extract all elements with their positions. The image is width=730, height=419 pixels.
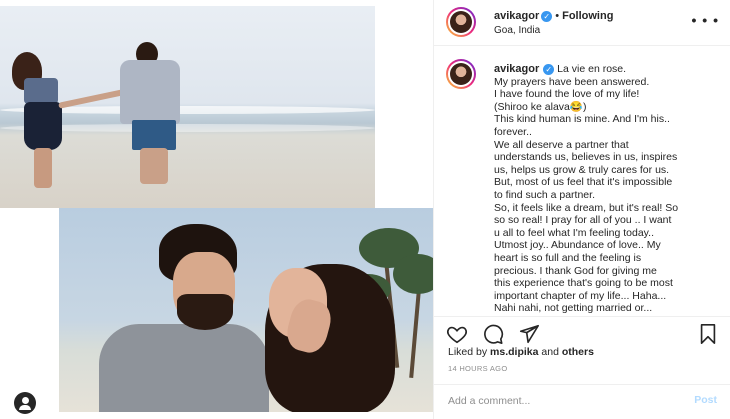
- post-timestamp[interactable]: 14 HOURS AGO: [448, 364, 507, 373]
- post-comment-button[interactable]: Post: [694, 394, 717, 406]
- caption-line: precious. I thank God for giving me: [494, 264, 657, 277]
- caption-line: this experience that's going to be most: [494, 277, 673, 290]
- caption-line: My prayers have been answered.: [494, 75, 650, 88]
- user-icon[interactable]: [14, 392, 36, 414]
- caption-line: Utmost joy.. Abundance of love.. My: [494, 239, 661, 252]
- post-media-area: [0, 0, 433, 419]
- more-options-icon[interactable]: • • •: [692, 12, 719, 28]
- comment-input[interactable]: [448, 395, 668, 407]
- couple-closeup-photo[interactable]: [59, 208, 433, 412]
- action-bar: [434, 316, 730, 348]
- username-link[interactable]: avikagor: [494, 10, 539, 22]
- liker-username-link[interactable]: ms.dipika: [490, 346, 538, 358]
- location-link[interactable]: Goa, India: [494, 25, 540, 36]
- likes-others-link[interactable]: others: [562, 346, 594, 358]
- avatar[interactable]: [446, 7, 476, 37]
- avatar[interactable]: [446, 59, 476, 89]
- following-button[interactable]: Following: [562, 10, 613, 22]
- caption-text: avikagor ✓ La vie en rose. My prayers hav…: [494, 63, 716, 315]
- likes-summary: Liked by ms.dipika and others: [448, 346, 594, 358]
- heart-icon[interactable]: [446, 323, 468, 345]
- comment-bubble-icon[interactable]: [482, 323, 504, 345]
- caption-area: avikagor ✓ La vie en rose. My prayers hav…: [434, 47, 730, 315]
- caption-line: (Shiroo ke alava😂): [494, 100, 587, 113]
- caption-line: us, helps us grow & truly cares for us.: [494, 163, 670, 176]
- caption-line: so so real! I pray for all of you .. I w…: [494, 214, 672, 227]
- verified-badge-icon: ✓: [541, 10, 553, 22]
- caption-username-link[interactable]: avikagor: [494, 63, 539, 75]
- caption-line: understands us, believes in us, inspires: [494, 151, 678, 164]
- header-user-line: avikagor ✓ • Following: [494, 10, 614, 22]
- caption-line: to find such a partner.: [494, 188, 595, 201]
- comment-bar: Post: [434, 384, 730, 419]
- caption-line: u all to feel what I'm feeling today..: [494, 226, 654, 239]
- verified-badge-icon: ✓: [543, 63, 555, 75]
- caption-line: This kind human is mine. And I'm his..: [494, 113, 670, 126]
- caption-line: So, it feels like a dream, but it's real…: [494, 201, 679, 214]
- caption-line: forever..: [494, 125, 532, 138]
- post-header: avikagor ✓ • Following Goa, India • • •: [434, 0, 730, 46]
- paper-plane-icon[interactable]: [518, 323, 540, 345]
- bookmark-icon[interactable]: [697, 323, 719, 345]
- caption-line: We all deserve a partner that: [494, 138, 629, 151]
- caption-line: But, most of us feel that it's impossibl…: [494, 176, 673, 189]
- beach-walk-photo[interactable]: [0, 6, 375, 208]
- post-details-panel: avikagor ✓ • Following Goa, India • • • avi…: [433, 0, 730, 419]
- caption-line: Nahi nahi, not getting married or...: [494, 302, 653, 315]
- caption-line: I have found the love of my life!: [494, 88, 640, 101]
- caption-line: important chapter of my life... Haha...: [494, 289, 667, 302]
- caption-line: heart is so full and the feeling is: [494, 251, 642, 264]
- caption-line: avikagor ✓ La vie en rose.: [494, 63, 627, 75]
